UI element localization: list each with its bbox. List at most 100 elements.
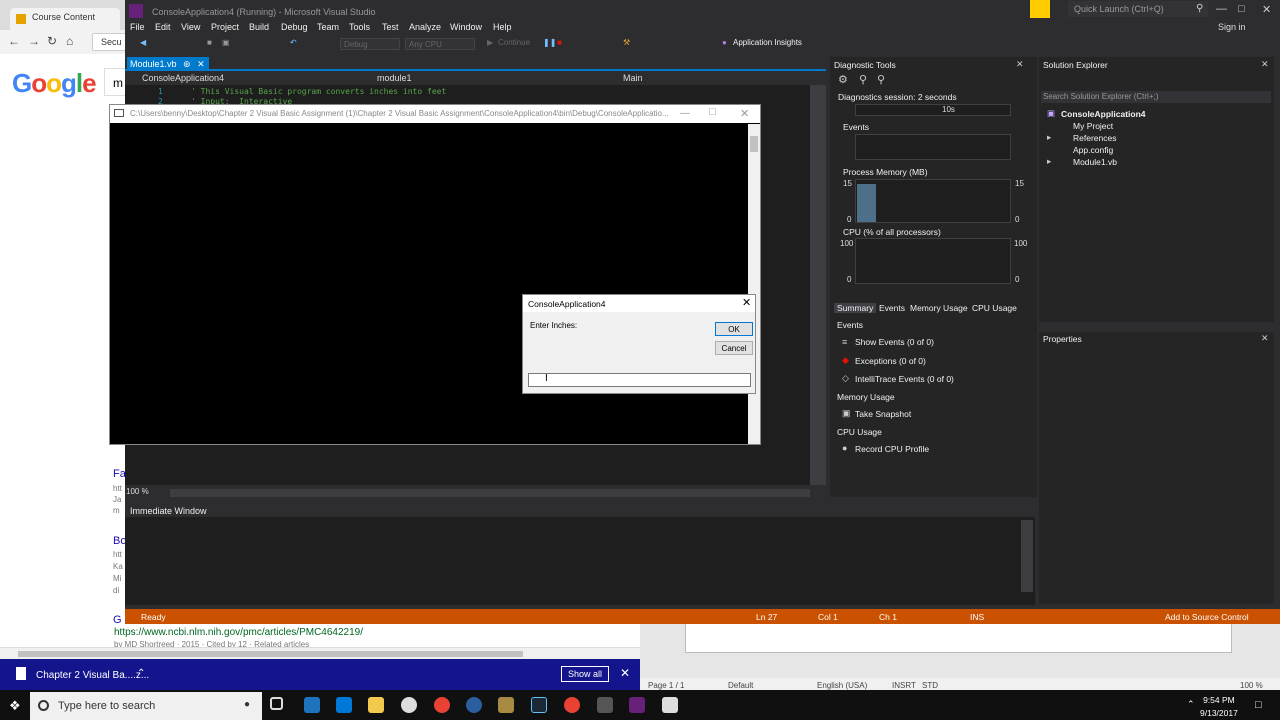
language-indicator[interactable]: English (USA) (817, 681, 867, 690)
tab-cpu-usage[interactable]: CPU Usage (972, 303, 1017, 313)
solution-config-select[interactable]: Debug (340, 38, 400, 50)
menu-edit[interactable]: Edit (155, 22, 171, 32)
maximize-icon[interactable]: □ (1238, 3, 1245, 15)
chevron-up-icon[interactable]: ⌃ (1187, 699, 1195, 710)
zoom-level[interactable]: 100 % (1240, 681, 1263, 690)
close-tab-icon[interactable]: ✕ (197, 59, 205, 69)
expand-arrow-icon[interactable]: ▸ (1047, 156, 1051, 167)
expand-arrow-icon[interactable]: ▸ (1047, 132, 1051, 143)
save-icon[interactable]: ■ (207, 38, 212, 47)
close-icon[interactable]: ✕ (620, 666, 630, 680)
back-icon[interactable]: ← (8, 34, 20, 48)
notification-flag-icon[interactable] (1030, 0, 1050, 18)
cancel-button[interactable]: Cancel (715, 341, 753, 355)
maximize-icon[interactable]: □ (709, 106, 716, 118)
events-graph[interactable] (855, 134, 1011, 160)
visual-studio-taskbar-icon[interactable] (629, 697, 645, 713)
scroll-thumb[interactable] (18, 651, 523, 657)
search-icon[interactable]: ⚲ (1196, 3, 1203, 14)
navigate-back-icon[interactable]: ◀ (140, 38, 146, 47)
show-events-link[interactable]: Show Events (0 of 0) (855, 337, 934, 347)
module-dropdown[interactable]: module1 (377, 73, 412, 83)
task-view-icon[interactable] (270, 697, 283, 710)
take-snapshot-button[interactable]: Take Snapshot (855, 409, 911, 419)
tab-events[interactable]: Events (879, 303, 905, 313)
cpu-graph[interactable] (855, 238, 1011, 284)
quick-launch-input[interactable]: Quick Launch (Ctrl+Q) (1068, 1, 1208, 17)
minimize-icon[interactable]: — (680, 108, 690, 119)
menu-project[interactable]: Project (211, 22, 239, 32)
editor-zoom[interactable]: 100 % (126, 487, 149, 496)
windows-start-icon[interactable]: ❖ (9, 698, 21, 714)
notification-icon[interactable]: □ (1255, 699, 1262, 711)
editor-vertical-scrollbar[interactable] (810, 85, 826, 485)
forward-icon[interactable]: → (28, 34, 40, 48)
undo-icon[interactable]: ↶ (290, 38, 297, 47)
menu-test[interactable]: Test (382, 22, 399, 32)
sign-in-link[interactable]: Sign in (1218, 22, 1246, 32)
menu-view[interactable]: View (181, 22, 200, 32)
app-icon[interactable] (466, 697, 482, 713)
menu-tools[interactable]: Tools (349, 22, 370, 32)
console-vertical-scrollbar[interactable] (748, 124, 760, 444)
menu-analyze[interactable]: Analyze (409, 22, 441, 32)
zoom-out-icon[interactable]: ⚲ (877, 73, 885, 86)
continue-label[interactable]: Continue (498, 38, 530, 47)
tree-item-my-project[interactable]: My Project (1073, 121, 1113, 131)
ok-button[interactable]: OK (715, 322, 753, 336)
record-cpu-profile-button[interactable]: Record CPU Profile (855, 444, 929, 454)
tab-summary[interactable]: Summary (834, 303, 877, 313)
close-icon[interactable]: ✕ (1016, 59, 1024, 70)
result-title[interactable]: Fa (113, 468, 126, 480)
chevron-up-icon[interactable]: ⌃ (137, 668, 145, 679)
scroll-thumb[interactable] (750, 136, 758, 152)
add-source-control-button[interactable]: Add to Source Control (1165, 612, 1249, 622)
tree-item-module1[interactable]: Module1.vb (1073, 157, 1117, 167)
console-taskbar-icon[interactable] (662, 697, 678, 713)
debug-tool-icon[interactable]: ⚒ (623, 38, 630, 47)
tree-item-app-config[interactable]: App.config (1073, 145, 1113, 155)
process-memory-graph[interactable] (855, 179, 1011, 223)
code-line[interactable]: ' This Visual Basic program converts inc… (191, 87, 446, 96)
writer-page[interactable] (685, 623, 1232, 653)
platform-select[interactable]: Any CPU (405, 38, 475, 50)
result-url[interactable]: https://www.ncbi.nlm.nih.gov/pmc/article… (114, 627, 363, 638)
edge-icon[interactable] (304, 697, 320, 713)
result-title[interactable]: G (113, 614, 122, 626)
calculator-icon[interactable] (597, 697, 613, 713)
menu-debug[interactable]: Debug (281, 22, 308, 32)
chrome-icon-2[interactable] (564, 697, 580, 713)
continue-play-icon[interactable]: ▶ (487, 38, 493, 47)
timeline-ruler[interactable] (855, 104, 1011, 116)
chrome-horizontal-scrollbar[interactable] (0, 647, 640, 659)
microphone-icon[interactable]: ● (244, 699, 250, 710)
close-icon[interactable]: ✕ (1261, 333, 1269, 344)
settings-gear-icon[interactable]: ⚙ (838, 73, 848, 86)
close-icon[interactable]: ✕ (1262, 3, 1271, 16)
store-icon[interactable] (336, 697, 352, 713)
zoom-in-icon[interactable]: ⚲ (859, 73, 867, 86)
menu-build[interactable]: Build (249, 22, 269, 32)
minimize-icon[interactable]: — (1216, 3, 1227, 15)
intellitrace-link[interactable]: IntelliTrace Events (0 of 0) (855, 374, 954, 384)
immediate-window[interactable] (125, 517, 1035, 605)
chrome-tab[interactable]: Course Content (10, 8, 120, 30)
project-dropdown[interactable]: ConsoleApplication4 (142, 73, 224, 83)
steam-icon[interactable] (531, 697, 547, 713)
chrome-icon[interactable] (434, 697, 450, 713)
game-icon[interactable] (498, 697, 514, 713)
inches-input[interactable] (528, 373, 751, 387)
file-explorer-icon[interactable] (368, 697, 384, 713)
application-insights-button[interactable]: Application Insights (733, 38, 802, 47)
close-icon[interactable]: ✕ (1261, 59, 1269, 70)
pin-icon[interactable]: ⊛ (183, 59, 191, 69)
solution-search-input[interactable]: Search Solution Explorer (Ctrl+;) (1041, 91, 1271, 103)
google-logo[interactable]: Google (12, 68, 97, 99)
menu-file[interactable]: File (130, 22, 145, 32)
tree-item-project[interactable]: ConsoleApplication4 (1061, 109, 1146, 119)
reload-icon[interactable]: ↻ (47, 34, 57, 48)
close-icon[interactable]: ✕ (740, 107, 749, 120)
taskbar-search-input[interactable]: Type here to search (30, 692, 262, 720)
home-icon[interactable]: ⌂ (66, 34, 73, 48)
tab-memory-usage[interactable]: Memory Usage (910, 303, 968, 313)
